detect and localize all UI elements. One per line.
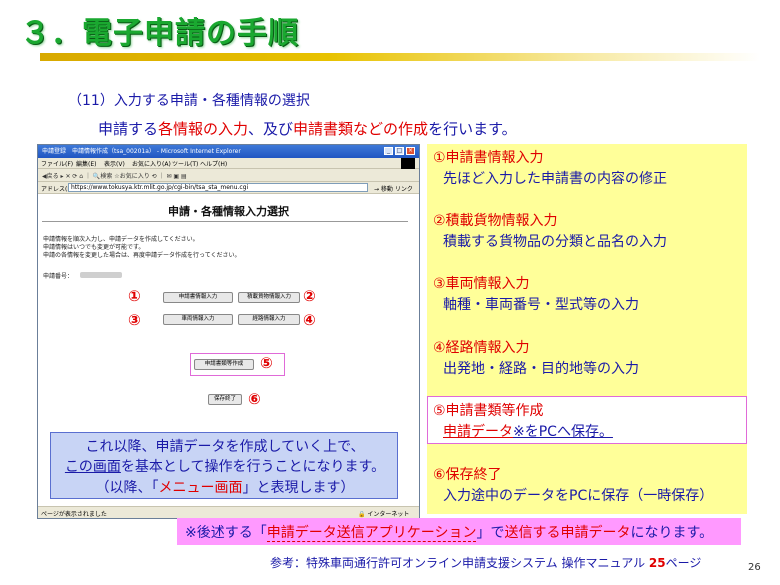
marker-3: ③ <box>128 311 141 329</box>
menu-favorites[interactable]: お気に入り(A) <box>132 159 171 168</box>
page-heading: 申請・各種情報入力選択 <box>168 205 289 218</box>
note-app-name: 申請データ送信アプリケーション <box>266 525 477 542</box>
step-4-title: ④経路情報入力 <box>433 340 530 356</box>
step-4-desc: 出発地・経路・目的地等の入力 <box>443 361 639 377</box>
note-e: になります。 <box>630 525 714 541</box>
application-number-value <box>80 272 122 278</box>
menu-tools[interactable]: ツール(T) <box>172 159 198 168</box>
window-title: 申請登録 申請情報作成（tsa_00201a） - Microsoft Inte… <box>42 148 241 155</box>
route-info-button[interactable]: 経路情報入力 <box>238 314 300 325</box>
step-6-desc: 入力途中のデータをPCに保存（一時保存） <box>443 488 714 504</box>
status-text: ページが表示されました <box>41 511 107 518</box>
menu-help[interactable]: ヘルプ(H) <box>200 159 227 168</box>
browser-toolbar: ◀戻る ▸ ✕ ⟳ ⌂ ｜ 🔍検索 ☆お気に入り ⟲ ｜ ✉ ▣ ▤ <box>38 169 419 182</box>
create-documents-button[interactable]: 申請書類等作成 <box>194 359 254 370</box>
close-icon[interactable]: × <box>406 147 415 155</box>
step-5-title: ⑤申請書類等作成 <box>433 403 544 419</box>
lead-part-3: 、及び <box>248 120 294 138</box>
cargo-info-button[interactable]: 積載貨物情報入力 <box>238 292 300 303</box>
step-2-title: ②積載貨物情報入力 <box>433 213 558 229</box>
footnote-box: ※後述する「申請データ送信アプリケーション」で送信する申請データになります。 <box>177 518 741 545</box>
menu-file[interactable]: ファイル(F) <box>41 159 73 168</box>
ref-page: 25 <box>648 556 666 570</box>
lead-part-5: を行います。 <box>428 120 517 138</box>
save-exit-button[interactable]: 保存終了 <box>208 394 242 405</box>
ref-a: 参考：特殊車両通行許可オンライン申請支援システム 操作マニュアル <box>270 556 649 570</box>
heading-divider <box>42 221 408 222</box>
step-3-title: ③車両情報入力 <box>433 276 530 292</box>
go-button[interactable]: → 移動 リンク <box>374 184 413 193</box>
lead-part-4: 申請書類などの作成 <box>293 120 429 138</box>
step-5-desc: 申請データ※をPCへ保存。 <box>443 421 613 441</box>
note-c: 」で <box>476 525 505 541</box>
windows-logo-icon <box>401 158 415 169</box>
menu-bar: ファイル(F) 編集(E) 表示(V) お気に入り(A) ツール(T) ヘルプ(… <box>38 158 419 169</box>
callout-line-3-a: （以降、「 <box>95 480 159 496</box>
menu-view[interactable]: 表示(V) <box>104 159 125 168</box>
step-5-desc-rest: ※をPCへ保存。 <box>513 424 613 440</box>
step-6-title: ⑥保存終了 <box>433 467 502 483</box>
menu-edit[interactable]: 編集(E) <box>76 159 96 168</box>
steps-panel: ①申請書情報入力 先ほど入力した申請書の内容の修正 ②積載貨物情報入力 積載する… <box>427 144 747 514</box>
info-line: 申請の各情報を変更した場合は、再度申請データ作成を行ってください。 <box>43 252 241 259</box>
manual-reference: 参考：特殊車両通行許可オンライン申請支援システム 操作マニュアル 25ページ <box>270 554 701 571</box>
lead-part-2: 各情報の入力 <box>158 120 249 138</box>
step-2-desc: 積載する貨物品の分類と品名の入力 <box>443 234 667 250</box>
callout-line-3-c: 」と表現します） <box>242 480 355 496</box>
window-titlebar: 申請登録 申請情報作成（tsa_00201a） - Microsoft Inte… <box>38 145 419 158</box>
maximize-icon[interactable]: □ <box>395 147 404 155</box>
callout-line-2-rest: を基本として操作を行うことになります。 <box>120 459 386 475</box>
marker-5: ⑤ <box>260 354 273 372</box>
footnote-text: ※後述する「申請データ送信アプリケーション」で送信する申請データになります。 <box>185 522 713 542</box>
callout-line-3: （以降、「メニュー画面」と表現します） <box>51 477 399 497</box>
callout-menu-screen: メニュー画面 <box>158 480 243 496</box>
step-5-application-data: 申請データ <box>443 424 513 440</box>
application-number-label: 申請番号： <box>43 273 74 280</box>
lead-text: 申請する各情報の入力、及び申請書類などの作成を行います。 <box>98 118 517 139</box>
callout-line-2: この画面を基本として操作を行うことになります。 <box>51 456 399 476</box>
callout-line-1: これ以降、申請データを作成していく上で、 <box>85 439 365 455</box>
marker-1: ① <box>128 287 141 305</box>
note-d: 送信する申請データ <box>504 525 631 541</box>
zone-indicator: 🔒 インターネット <box>358 511 410 518</box>
step-1-desc: 先ほど入力した申請書の内容の修正 <box>443 171 667 187</box>
ref-c: ページ <box>665 556 702 570</box>
toolbar-buttons[interactable]: ◀戻る ▸ ✕ ⟳ ⌂ ｜ 🔍検索 ☆お気に入り ⟲ ｜ ✉ ▣ ▤ <box>42 171 187 180</box>
lead-part-1: 申請する <box>98 120 159 138</box>
status-bar: ページが表示されました 🔒 インターネット <box>38 506 419 518</box>
step-3-desc: 軸種・車両番号・型式等の入力 <box>443 297 639 313</box>
step-1-title: ①申請書情報入力 <box>433 150 544 166</box>
section-subtitle: （11）入力する申請・各種情報の選択 <box>68 93 310 109</box>
title-underline <box>40 53 760 61</box>
application-info-button[interactable]: 申請書情報入力 <box>163 292 233 303</box>
minimize-icon[interactable]: _ <box>384 147 393 155</box>
callout-this-screen: この画面 <box>64 459 121 475</box>
marker-2: ② <box>303 287 316 305</box>
menu-screen-callout: これ以降、申請データを作成していく上で、 この画面を基本として操作を行うことにな… <box>50 432 398 499</box>
page-number: 26 <box>748 562 761 573</box>
slide-title: ３．電子申請の手順 <box>20 16 299 51</box>
marker-4: ④ <box>303 311 316 329</box>
vehicle-info-button[interactable]: 車両情報入力 <box>163 314 233 325</box>
address-input[interactable]: https://www.tokusya.ktr.mlit.go.jp/cgi-b… <box>68 183 368 192</box>
address-bar: アドレス(D) https://www.tokusya.ktr.mlit.go.… <box>38 182 419 194</box>
marker-6: ⑥ <box>248 390 261 408</box>
note-a: ※後述する「 <box>185 525 267 541</box>
